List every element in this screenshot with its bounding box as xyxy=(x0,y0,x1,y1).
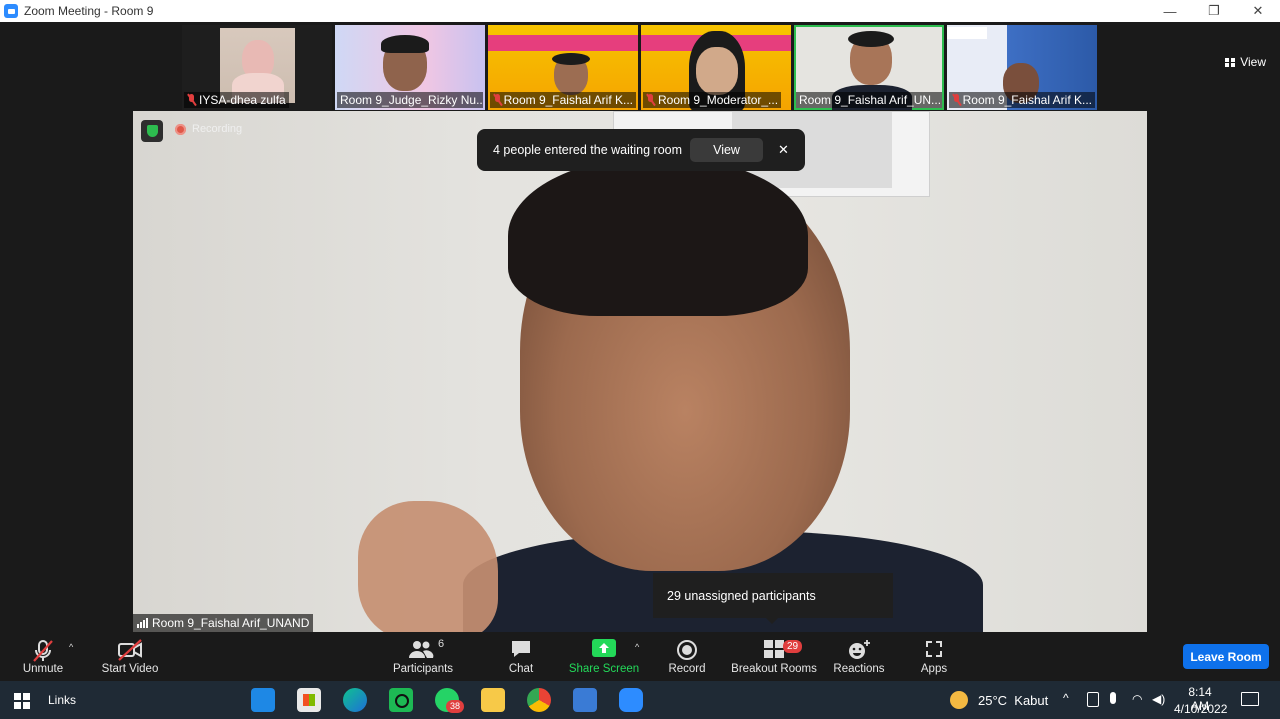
participants-count: 6 xyxy=(438,638,445,650)
muted-mic-icon xyxy=(187,94,196,106)
close-notification-icon[interactable]: ✕ xyxy=(778,142,789,158)
participant-tile[interactable]: Room 9_Faishal Arif K... xyxy=(947,25,1097,110)
participant-tile[interactable]: Room 9_Moderator_... xyxy=(641,25,791,110)
chat-button[interactable]: Chat xyxy=(500,632,542,680)
participant-name-label: Room 9_Judge_Rizky Nu... xyxy=(337,92,483,108)
clock-date[interactable]: 4/10/2022 xyxy=(1174,702,1227,716)
muted-mic-icon xyxy=(952,94,960,106)
participants-icon xyxy=(409,641,434,658)
file-explorer-icon[interactable] xyxy=(481,688,505,712)
participants-button[interactable]: 6 Participants xyxy=(390,632,456,680)
window-titlebar: Zoom Meeting - Room 9 — ❐ ✕ xyxy=(0,0,1280,22)
reactions-icon xyxy=(849,640,870,659)
volume-icon[interactable]: ◀) xyxy=(1152,692,1165,706)
meeting-controls-toolbar: Unmute ^ Start Video 6 Participants Chat… xyxy=(0,632,1280,680)
windows-taskbar: Links 38 25°C Kabut ^ ◠ ◀) 8:14 AM 4/10/… xyxy=(0,681,1280,719)
breakout-rooms-button[interactable]: 29 Breakout Rooms xyxy=(730,632,818,680)
waiting-room-notification: 4 people entered the waiting room View ✕ xyxy=(477,129,805,171)
share-screen-icon xyxy=(592,639,616,657)
participant-name-label: Room 9_Moderator_... xyxy=(643,92,782,108)
mail-app-icon[interactable] xyxy=(251,688,275,712)
chat-icon xyxy=(512,641,530,657)
participant-name-label: Room 9_Faishal Arif K... xyxy=(490,92,636,108)
apps-button[interactable]: Apps xyxy=(914,632,954,680)
video-off-icon xyxy=(118,639,142,661)
links-toolbar-label[interactable]: Links xyxy=(48,693,76,707)
reactions-button[interactable]: Reactions xyxy=(832,632,886,680)
participant-gallery-strip: IYSA-dhea zulfa Room 9_Judge_Rizky Nu...… xyxy=(0,22,1280,110)
share-screen-button[interactable]: Share Screen xyxy=(566,632,642,680)
record-button[interactable]: Record xyxy=(664,632,710,680)
active-speaker-video xyxy=(133,111,1147,632)
record-dot-icon xyxy=(175,123,186,135)
view-layout-button[interactable]: View xyxy=(1225,55,1266,69)
breakout-rooms-icon xyxy=(764,640,784,658)
record-icon xyxy=(677,640,697,660)
zoom-taskbar-icon[interactable] xyxy=(619,688,643,712)
media-app-icon[interactable] xyxy=(389,688,413,712)
breakout-rooms-badge: 29 xyxy=(783,640,803,653)
grid-icon xyxy=(1225,57,1236,67)
share-options-caret-icon[interactable]: ^ xyxy=(635,642,639,652)
breakout-rooms-tooltip: 29 unassigned participants xyxy=(653,573,893,624)
apps-icon xyxy=(926,641,942,657)
restore-button[interactable]: ❐ xyxy=(1192,0,1236,22)
muted-mic-icon xyxy=(646,94,655,106)
security-shield-icon[interactable] xyxy=(141,120,163,142)
start-video-button[interactable]: Start Video xyxy=(96,632,164,680)
unmute-button[interactable]: Unmute xyxy=(14,632,72,680)
notification-center-icon[interactable] xyxy=(1241,692,1259,706)
whatsapp-badge: 38 xyxy=(446,700,465,713)
store-app-icon[interactable] xyxy=(297,688,321,712)
weather-text[interactable]: 25°C Kabut xyxy=(978,693,1048,708)
zoom-app-icon xyxy=(4,4,18,18)
window-title: Zoom Meeting - Room 9 xyxy=(24,4,154,18)
photos-app-icon[interactable] xyxy=(573,688,597,712)
minimize-button[interactable]: — xyxy=(1148,0,1192,22)
participant-tile[interactable]: Room 9_Judge_Rizky Nu... xyxy=(335,25,485,110)
participant-name-label: IYSA-dhea zulfa xyxy=(184,92,289,108)
weather-icon xyxy=(950,691,968,709)
chrome-browser-icon[interactable] xyxy=(527,688,551,712)
recording-indicator[interactable]: Recording xyxy=(175,123,242,135)
participant-tile[interactable]: IYSA-dhea zulfa xyxy=(182,25,332,110)
participant-video xyxy=(696,47,738,95)
show-hidden-icons-icon[interactable]: ^ xyxy=(1063,691,1069,705)
windows-start-icon[interactable] xyxy=(14,693,30,709)
device-icon[interactable] xyxy=(1087,692,1099,707)
signal-strength-icon xyxy=(137,618,148,628)
close-window-button[interactable]: ✕ xyxy=(1236,0,1280,22)
participant-tile-active-speaker[interactable]: Room 9_Faishal Arif_UN... xyxy=(794,25,944,110)
edge-browser-icon[interactable] xyxy=(343,688,367,712)
leave-room-button[interactable]: Leave Room xyxy=(1183,644,1269,669)
participant-name-label: Room 9_Faishal Arif K... xyxy=(949,92,1095,108)
participant-name-label: Room 9_Faishal Arif_UN... xyxy=(796,92,942,108)
microphone-icon[interactable] xyxy=(1110,692,1116,704)
audio-options-caret-icon[interactable]: ^ xyxy=(69,642,73,652)
speaker-name-label: Room 9_Faishal Arif_UNAND xyxy=(133,614,314,632)
muted-mic-icon xyxy=(33,640,53,662)
muted-mic-icon xyxy=(493,94,501,106)
notification-message: 4 people entered the waiting room xyxy=(493,143,683,157)
view-waiting-room-button[interactable]: View xyxy=(690,138,764,162)
participant-tile[interactable]: Room 9_Faishal Arif K... xyxy=(488,25,638,110)
wifi-icon[interactable]: ◠ xyxy=(1132,692,1142,706)
